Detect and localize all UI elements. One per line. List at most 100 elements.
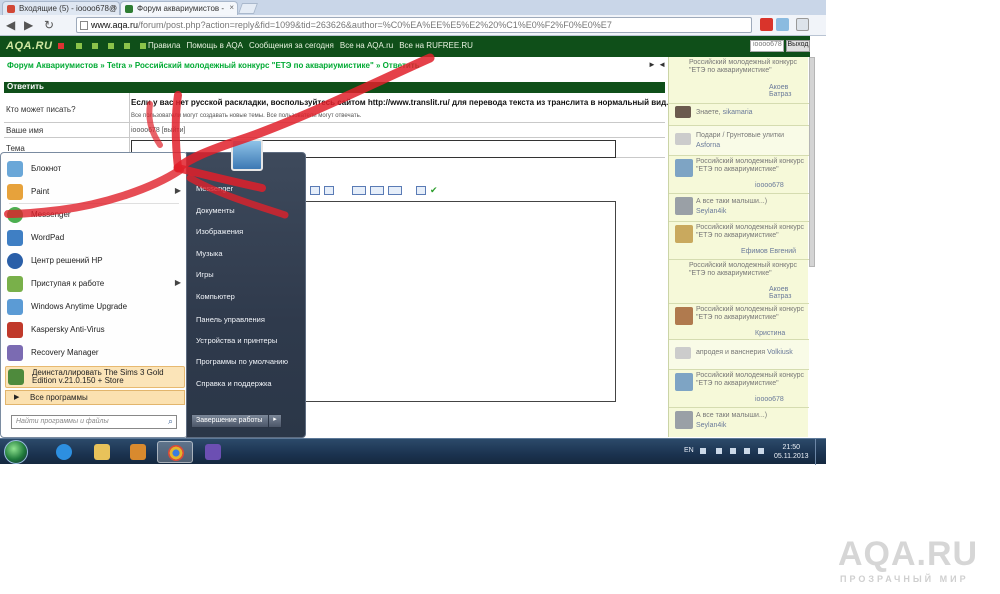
shutdown-options-button[interactable]: ▸ [268,414,282,428]
home-icon[interactable] [76,43,82,49]
post-author[interactable]: Акоев Батраз [769,84,809,98]
app-messenger[interactable]: Messenger [5,205,185,225]
breadcrumb[interactable]: Форум Аквариумистов » Tetra » Российский… [7,61,420,70]
post-title[interactable]: Российский молодежный конкурс "ЕТЭ по ак… [696,306,806,322]
message-textarea[interactable] [300,201,616,402]
start-link-default-programs[interactable]: Программы по умолчанию [196,357,288,366]
taskbar-explorer[interactable] [84,441,120,463]
list-item[interactable]: Российский молодежный конкурс "ЕТЭ по ак… [669,156,809,194]
wrench-icon[interactable] [796,18,809,31]
forward-icon[interactable]: ▶ [24,18,33,32]
list-item[interactable]: Подари / Грунтовые улитки Asforna [669,126,809,156]
nav-link-help[interactable]: Помощь в AQA [186,41,243,50]
spellcheck-icon[interactable]: ✔ [430,186,438,195]
taskbar-ie[interactable] [46,441,82,463]
start-link-pictures[interactable]: Изображения [196,227,243,236]
start-link-devices-printers[interactable]: Устройства и принтеры [196,336,277,345]
start-link-computer[interactable]: Компьютер [196,292,235,301]
nav-link-today[interactable]: Сообщения за сегодня [249,41,334,50]
post-title[interactable]: Знаете, sikamaria [696,109,806,117]
new-tab-button[interactable] [237,3,259,14]
shutdown-button[interactable]: Завершение работы [191,414,269,428]
site-logo[interactable]: AQA.RU [6,40,52,52]
image-icon[interactable] [310,186,320,195]
taskbar-visual-studio[interactable] [195,441,231,463]
show-desktop-button[interactable] [815,439,826,465]
reload-icon[interactable]: ↻ [44,18,54,32]
list-item[interactable]: Российский молодежный конкурс "ЕТЭ по ак… [669,304,809,340]
network-icon[interactable] [744,448,750,454]
post-title[interactable]: Российский молодежный конкурс "ЕТЭ по ак… [689,262,799,278]
post-author[interactable]: Seylan4ik [696,422,726,429]
smiley-icon[interactable] [416,186,426,195]
app-uninstall-sims3[interactable]: Деинсталлировать The Sims 3 Gold Edition… [5,366,185,388]
start-link-music[interactable]: Музыка [196,249,223,258]
star-icon[interactable] [58,43,64,49]
post-author[interactable]: ioooo678 [755,182,784,189]
list-item[interactable]: Российский молодежный конкурс "ЕТЭ по ак… [669,370,809,408]
scrollbar[interactable] [809,57,815,267]
post-title[interactable]: А все таки малыши...) [696,198,806,206]
list-item[interactable]: Знаете, sikamaria [669,104,809,126]
language-indicator[interactable]: EN [684,447,694,454]
list-item[interactable]: Российский молодежный конкурс "ЕТЭ по ак… [669,260,809,304]
post-author[interactable]: Asforna [696,142,720,149]
app-getting-started[interactable]: Приступая к работе ▶ [5,274,185,294]
all-programs-button[interactable]: ▶ Все программы [5,390,185,405]
list-item[interactable]: апродея и ванснерия Volkiusk [669,340,809,370]
post-title[interactable]: Российский молодежный конкурс "ЕТЭ по ак… [696,224,806,240]
start-link-control-panel[interactable]: Панель управления [196,315,265,324]
taskbar-chrome[interactable] [157,441,193,463]
check-icon[interactable] [140,43,146,49]
post-title[interactable]: Российский молодежный конкурс "ЕТЭ по ак… [696,372,806,388]
app-hp-solution-center[interactable]: Центр решений HP [5,251,185,271]
list-icon[interactable] [388,186,402,195]
start-link-messenger[interactable]: Messenger [196,184,233,193]
post-title[interactable]: А все таки малыши...) [696,412,806,420]
app-wordpad[interactable]: WordPad [5,228,185,248]
power-icon[interactable] [730,448,736,454]
list-item[interactable]: А все таки малыши...) Seylan4ik [669,194,809,222]
list-item[interactable]: Российский молодежный конкурс "ЕТЭ по ак… [669,57,809,104]
taskbar-media-player[interactable] [120,441,156,463]
clock[interactable]: 21:50 05.11.2013 [774,443,809,461]
nav-link-rufree[interactable]: Все на RUFREE.RU [399,41,473,50]
extension-icon[interactable] [760,18,773,31]
logout-button[interactable]: Выход [786,40,810,52]
tab-inbox[interactable]: Входящие (5) - ioooo678@ × [2,1,120,15]
nav-link-aqa[interactable]: Все на AQA.ru [340,41,393,50]
start-link-games[interactable]: Игры [196,270,214,279]
back-icon[interactable]: ◀ [6,18,15,32]
tab-forum[interactable]: Форум аквариумистов - × [120,1,238,15]
link-icon[interactable] [324,186,334,195]
username-field[interactable]: ioooo678 [750,40,784,52]
address-bar[interactable]: www.aqa.ru/forum/post.php?action=reply&f… [76,17,752,33]
close-icon[interactable]: × [229,3,234,12]
align-icon[interactable] [370,186,384,195]
post-author[interactable]: Акоев Батраз [769,286,809,300]
list-item[interactable]: Российский молодежный конкурс "ЕТЭ по ак… [669,222,809,260]
post-author[interactable]: Seylan4ik [696,208,726,215]
post-author[interactable]: Volkiusk [767,349,793,356]
start-button[interactable] [4,440,28,464]
post-title[interactable]: Российский молодежный конкурс "ЕТЭ по ак… [689,59,799,75]
user-picture[interactable] [231,139,263,171]
flag-icon[interactable] [716,448,722,454]
close-icon[interactable]: × [111,3,116,12]
start-link-documents[interactable]: Документы [196,206,235,215]
translate-icon[interactable] [776,18,789,31]
list-icon[interactable] [108,43,114,49]
tray-arrow-icon[interactable] [700,448,706,454]
search-icon[interactable] [92,43,98,49]
list-item[interactable]: А все таки малыши...) Seylan4ik [669,408,809,437]
app-recovery-manager[interactable]: Recovery Manager [5,343,185,363]
start-search-input[interactable]: Найти программы и файлы ⌕ [11,415,177,429]
app-paint[interactable]: Paint ▶ [5,182,185,202]
nav-link-rules[interactable]: Правила [148,41,180,50]
app-notepad[interactable]: Блокнот [5,159,185,179]
table-icon[interactable] [352,186,366,195]
post-title[interactable]: Российский молодежный конкурс "ЕТЭ по ак… [696,158,806,174]
app-anytime-upgrade[interactable]: Windows Anytime Upgrade [5,297,185,317]
favorites-icon[interactable] [124,43,130,49]
post-author[interactable]: ioooo678 [755,396,784,403]
